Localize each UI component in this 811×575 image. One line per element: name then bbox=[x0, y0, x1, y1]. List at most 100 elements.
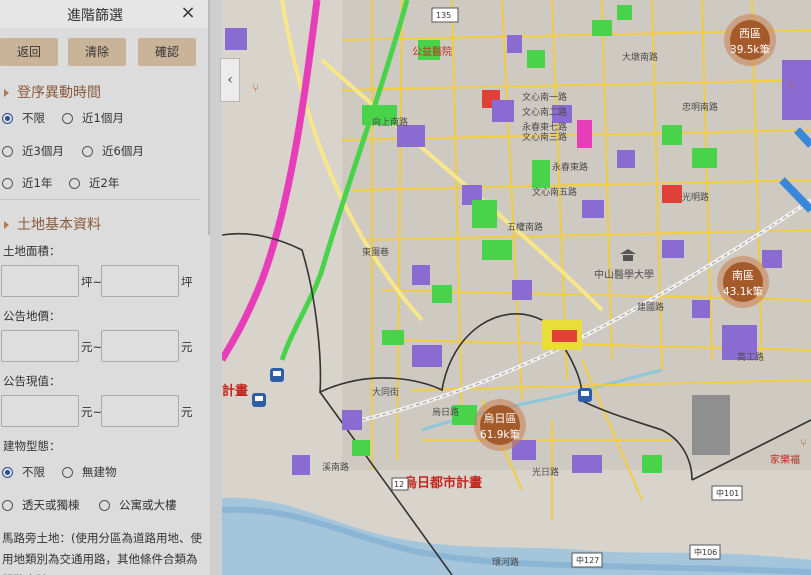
radio-icon bbox=[69, 178, 80, 189]
chevron-left-icon: ‹ bbox=[227, 72, 233, 88]
radio-icon bbox=[2, 146, 13, 157]
building-type-label: 建物型態： bbox=[3, 439, 61, 453]
train-station-icon[interactable] bbox=[252, 393, 266, 407]
road-label: 向上南路 bbox=[372, 116, 408, 128]
shield-text: 中127 bbox=[576, 555, 599, 565]
cluster-count: 39.5k筆 bbox=[730, 43, 770, 56]
radio-label: 無建物 bbox=[82, 465, 117, 479]
registration-section-header[interactable]: 登序異動時間 bbox=[0, 82, 101, 102]
plan-label: 烏日都市計畫 bbox=[404, 475, 482, 491]
land-area-label: 土地面積： bbox=[3, 244, 61, 258]
train-station-icon[interactable] bbox=[578, 388, 592, 402]
map-view[interactable]: 文心南一路 文心南三路 五權南路 永春東七路 永春東路 向上南路 大墩南路 忠明… bbox=[222, 0, 811, 575]
hospital-label: 公益醫院 bbox=[412, 45, 452, 58]
cluster-marker-wuri[interactable]: 烏日區 61.9k筆 bbox=[474, 399, 526, 451]
land-area-unit: 坪 bbox=[181, 275, 193, 289]
panel-header: 進階篩選 × bbox=[0, 0, 210, 28]
radio-label: 近3個月 bbox=[22, 144, 64, 158]
train-station-icon[interactable] bbox=[270, 368, 284, 382]
radio-label: 透天或獨棟 bbox=[22, 498, 80, 512]
road-label: 東園巷 bbox=[362, 246, 389, 258]
radio-label: 公寓或大樓 bbox=[119, 498, 177, 512]
roadside-land-note: 馬路旁土地：(使用分區為道路用地、使用地類別為交通用路，其他條件合類為服務土地) bbox=[2, 531, 202, 575]
cluster-count: 61.9k筆 bbox=[480, 428, 520, 441]
shield-text: 12 bbox=[394, 480, 404, 489]
unit-text: 元 bbox=[81, 405, 93, 419]
radio-label: 不限 bbox=[22, 465, 45, 479]
radio-building-all[interactable]: 不限 bbox=[2, 464, 45, 480]
road-label: 溪南路 bbox=[322, 461, 349, 473]
route-shield: 中106 bbox=[689, 544, 721, 560]
radio-label: 近6個月 bbox=[102, 144, 144, 158]
cluster-marker-south[interactable]: 南區 43.1k筆 bbox=[717, 256, 769, 308]
radio-label: 近1年 bbox=[22, 176, 53, 190]
land-area-min-input[interactable] bbox=[1, 265, 79, 297]
caret-right-icon bbox=[4, 89, 9, 97]
market-label: 家樂福 bbox=[770, 453, 800, 466]
radio-icon bbox=[82, 146, 93, 157]
road-label: 環河路 bbox=[492, 556, 519, 568]
radio-period-6m[interactable]: 近6個月 bbox=[82, 143, 144, 159]
radio-icon bbox=[99, 500, 110, 511]
plan-label-partial: 計畫 bbox=[222, 383, 248, 399]
radio-period-3m[interactable]: 近3個月 bbox=[2, 143, 64, 159]
registration-section-title: 登序異動時間 bbox=[17, 85, 101, 101]
close-icon[interactable]: × bbox=[178, 2, 198, 24]
present-value-label: 公告現值： bbox=[3, 374, 61, 388]
confirm-button[interactable]: 確認 bbox=[138, 38, 196, 66]
present-unit: 元 bbox=[181, 405, 193, 419]
road-label: 光明路 bbox=[682, 191, 709, 203]
caret-right-icon bbox=[4, 221, 9, 229]
present-value-min-input[interactable] bbox=[1, 395, 79, 427]
radio-icon bbox=[2, 178, 13, 189]
radio-building-none[interactable]: 無建物 bbox=[62, 464, 117, 480]
route-shield: 12 bbox=[391, 477, 409, 491]
restaurant-icon: ⑂ bbox=[788, 79, 795, 93]
shield-text: 135 bbox=[436, 11, 451, 20]
price-unit: 元 bbox=[181, 340, 193, 354]
present-value-max-input[interactable] bbox=[101, 395, 179, 427]
announced-price-min-input[interactable] bbox=[1, 330, 79, 362]
road-label: 大墩南路 bbox=[622, 51, 658, 63]
collapse-panel-button[interactable]: ‹ bbox=[220, 58, 240, 102]
road-label: 高工路 bbox=[737, 351, 764, 363]
road-label: 大同街 bbox=[372, 386, 399, 398]
land-area-unit-sep: 坪~ bbox=[81, 274, 102, 290]
back-button[interactable]: 返回 bbox=[0, 38, 58, 66]
road-label: 光日路 bbox=[532, 466, 559, 478]
road-label: 忠明南路 bbox=[682, 101, 718, 113]
announced-price-max-input[interactable] bbox=[101, 330, 179, 362]
road-label: 永春東路 bbox=[552, 161, 588, 173]
restaurant-icon: ⑂ bbox=[800, 436, 807, 450]
map-canvas: 文心南一路 文心南三路 五權南路 永春東七路 永春東路 向上南路 大墩南路 忠明… bbox=[222, 0, 811, 575]
panel-title: 進階篩選 bbox=[67, 8, 123, 24]
radio-period-1m[interactable]: 近1個月 bbox=[62, 110, 124, 126]
radio-icon bbox=[2, 500, 13, 511]
divider bbox=[0, 199, 200, 200]
radio-icon bbox=[62, 113, 73, 124]
radio-period-2y[interactable]: 近2年 bbox=[69, 175, 119, 191]
unit-text: 元 bbox=[81, 340, 93, 354]
road-label: 文心南五路 bbox=[532, 186, 577, 198]
land-area-max-input[interactable] bbox=[101, 265, 179, 297]
radio-period-all[interactable]: 不限 bbox=[2, 110, 45, 126]
road-label: 文心南一路 bbox=[522, 91, 567, 103]
road-label: 五權南路 bbox=[507, 221, 543, 233]
road-label: 永春東七路 bbox=[522, 121, 567, 133]
radio-period-1y[interactable]: 近1年 bbox=[2, 175, 52, 191]
road-label: 文心南二路 bbox=[522, 106, 567, 118]
unit-text: 坪 bbox=[81, 275, 93, 289]
route-shield: 中127 bbox=[571, 552, 603, 568]
land-section-header[interactable]: 土地基本資料 bbox=[0, 214, 101, 234]
road-label: 烏日路 bbox=[432, 406, 459, 418]
radio-building-house[interactable]: 透天或獨棟 bbox=[2, 497, 80, 513]
radio-building-apartment[interactable]: 公寓或大樓 bbox=[99, 497, 177, 513]
clear-button[interactable]: 清除 bbox=[68, 38, 126, 66]
restaurant-icon: ⑂ bbox=[252, 81, 259, 95]
station-label: 中山醫學大學 bbox=[594, 268, 654, 281]
filter-panel: 進階篩選 × 返回 清除 確認 登序異動時間 不限 近1個月 近3個月 近6個月… bbox=[0, 0, 210, 575]
cluster-marker-west[interactable]: 西區 39.5k筆 bbox=[724, 14, 776, 66]
route-shield: 中101 bbox=[711, 485, 743, 501]
radio-selected-icon bbox=[2, 113, 13, 124]
land-section-title: 土地基本資料 bbox=[17, 217, 101, 233]
